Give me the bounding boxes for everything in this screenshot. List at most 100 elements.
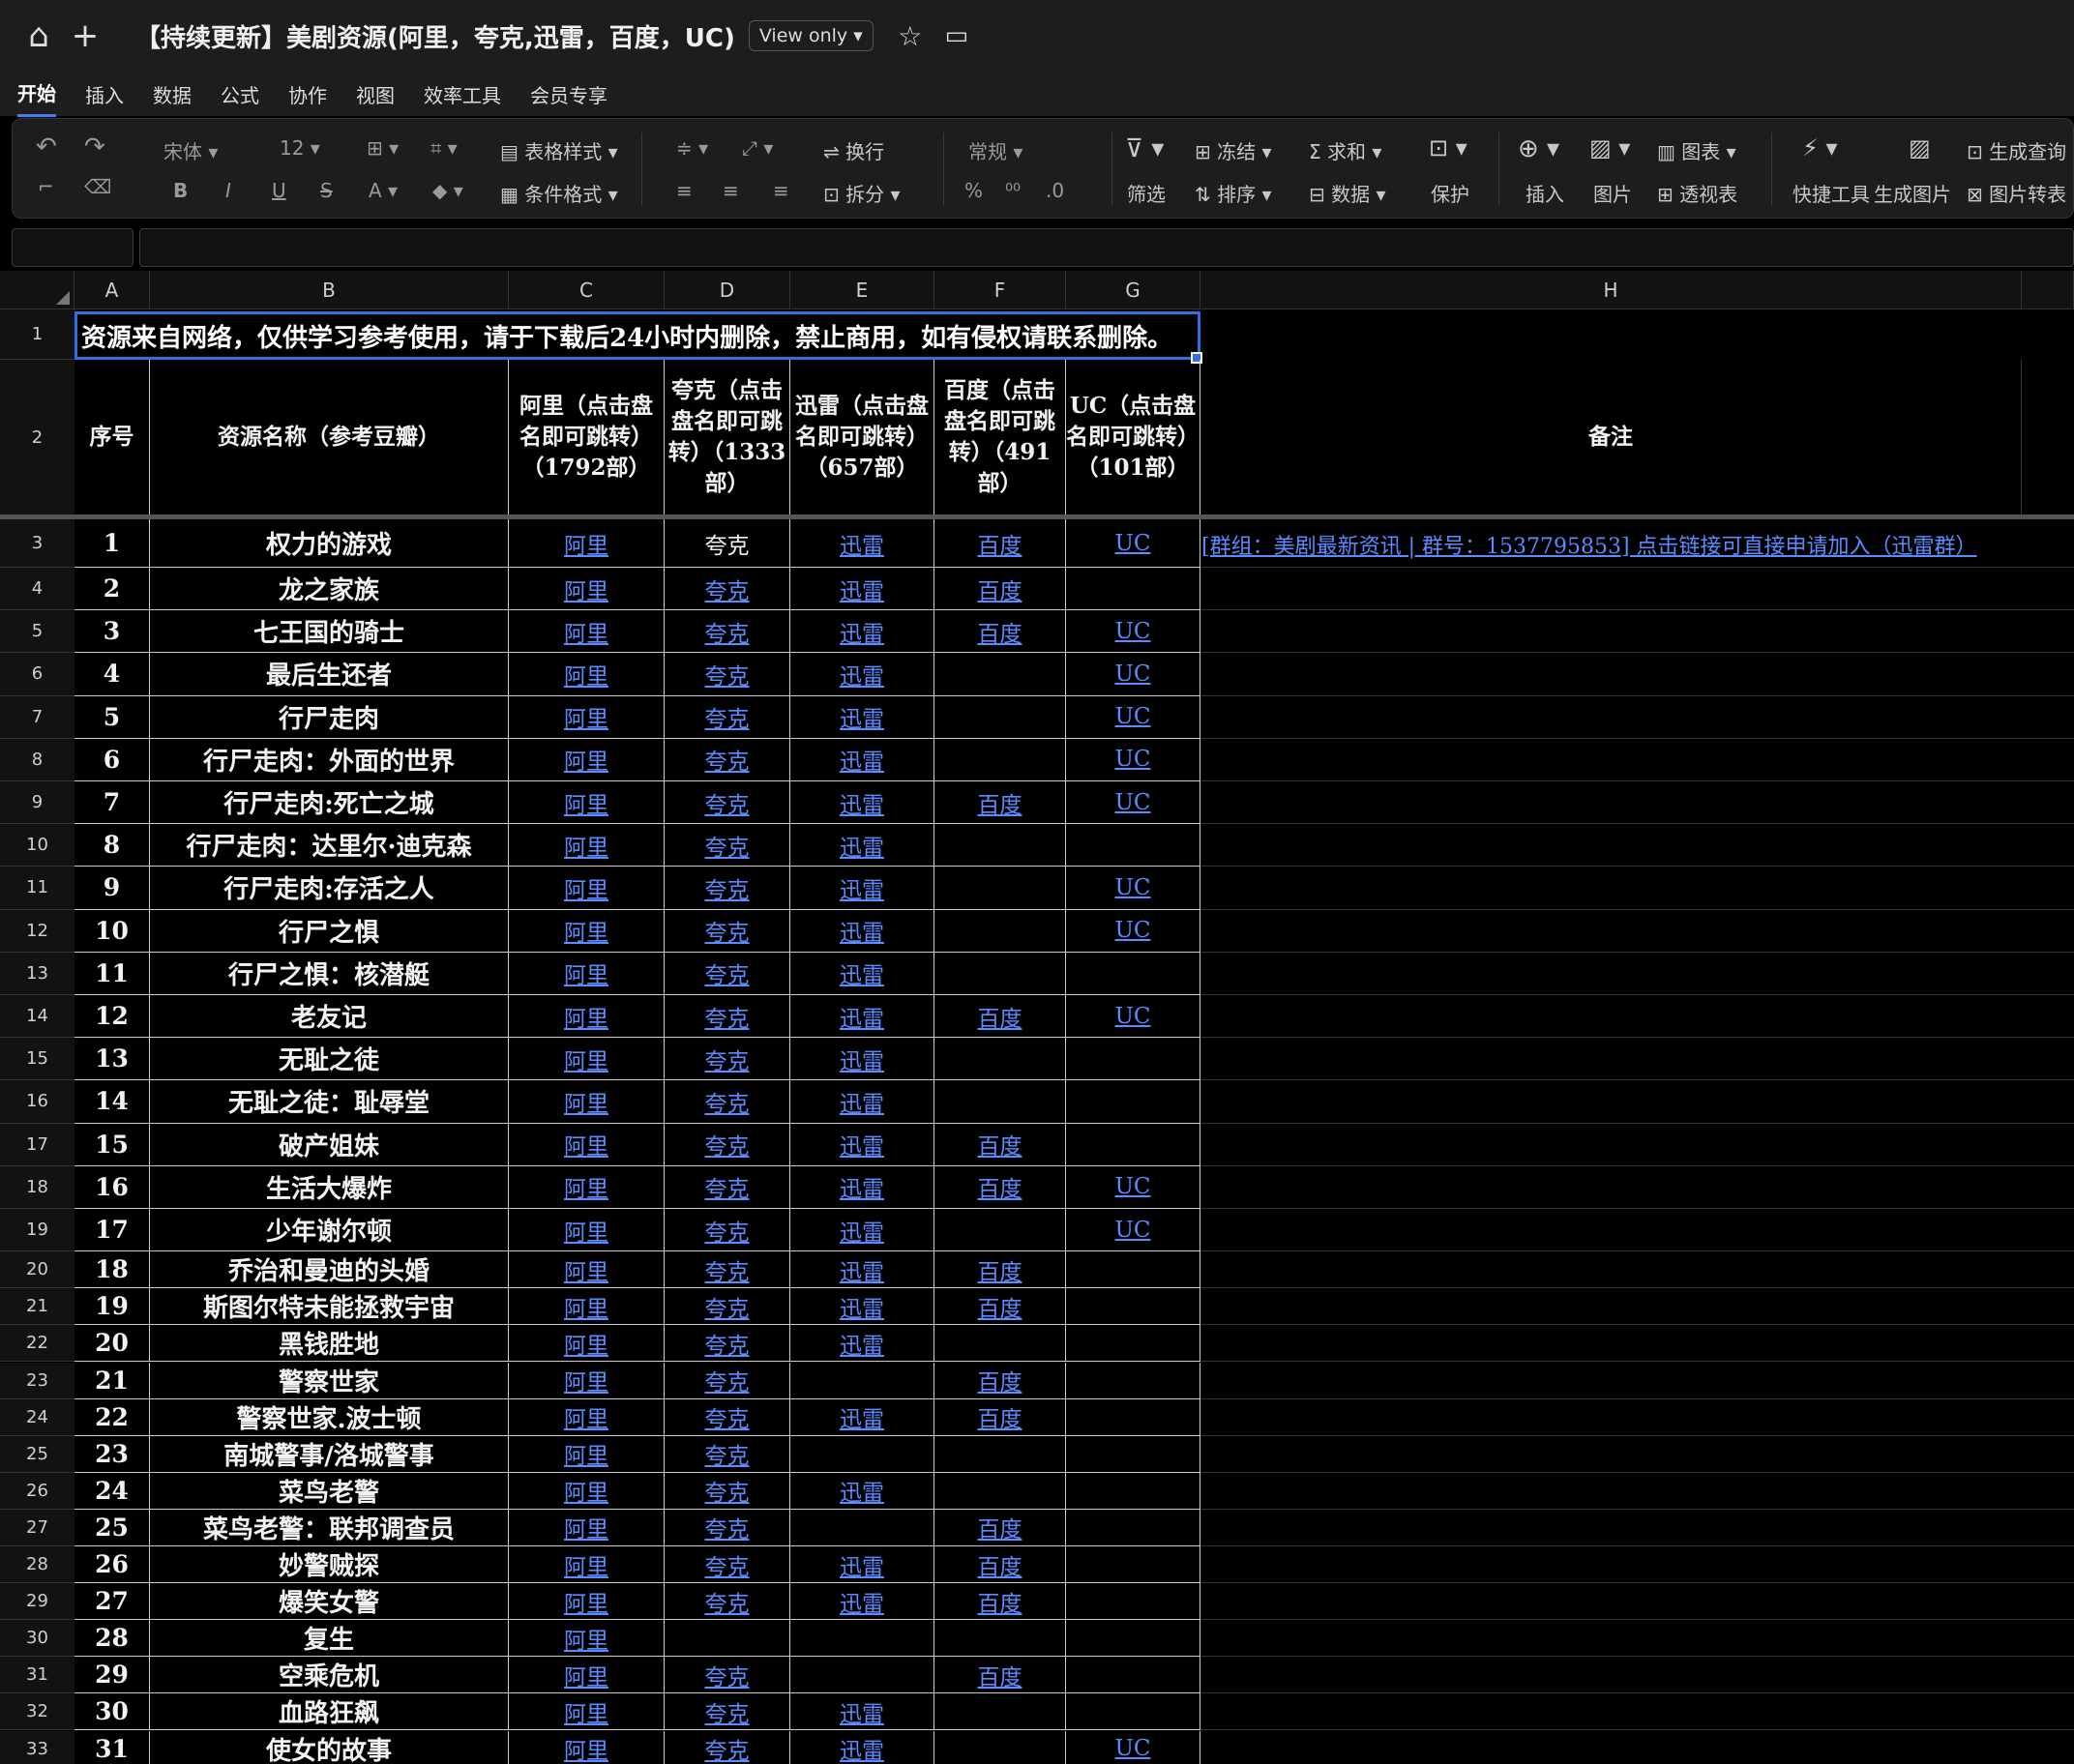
row-header[interactable]: 33 (0, 1730, 74, 1764)
font-family-select[interactable]: 宋体 ▾ (163, 136, 270, 164)
row-header[interactable]: 30 (0, 1620, 74, 1658)
remark-cell[interactable] (1200, 1399, 2074, 1436)
ali-link[interactable]: 阿里 (509, 1620, 665, 1658)
ali-link[interactable]: 阿里 (509, 695, 665, 739)
remark-cell[interactable] (1200, 739, 2074, 781)
ali-link[interactable]: 阿里 (509, 952, 665, 995)
xunlei-link[interactable]: 迅雷 (790, 695, 934, 739)
uc-link[interactable] (1066, 1362, 1200, 1399)
remark-cell[interactable] (1200, 1473, 2074, 1510)
baidu-link[interactable]: 百度 (934, 1398, 1066, 1436)
row-header[interactable]: 11 (0, 867, 74, 910)
quark-link[interactable]: 夸克 (665, 824, 790, 867)
image-label[interactable]: 图片 (1593, 179, 1632, 207)
uc-link[interactable] (1066, 1693, 1200, 1731)
quark-link[interactable]: 夸克 (665, 738, 790, 781)
baidu-link[interactable] (934, 1209, 1066, 1252)
quark-link[interactable]: 夸克 (665, 653, 790, 696)
baidu-link[interactable] (934, 1435, 1066, 1473)
uc-link[interactable] (1066, 1472, 1200, 1510)
remark-cell[interactable] (1200, 1038, 2074, 1081)
uc-link[interactable] (1066, 824, 1200, 867)
quark-link[interactable]: 夸克 (665, 1398, 790, 1436)
remark-cell[interactable] (1200, 1124, 2074, 1166)
remark-cell[interactable] (1200, 1620, 2074, 1658)
baidu-link[interactable]: 百度 (934, 1362, 1066, 1399)
ali-link[interactable]: 阿里 (509, 1435, 665, 1473)
quark-link[interactable]: 夸克 (665, 519, 790, 568)
strikethrough-icon[interactable]: S (320, 179, 333, 202)
redo-icon[interactable]: ↷ (84, 132, 105, 162)
tab-collab[interactable]: 协作 (288, 73, 327, 116)
ali-link[interactable]: 阿里 (509, 738, 665, 781)
quark-link[interactable]: 夸克 (665, 1209, 790, 1252)
uc-link[interactable]: UC (1066, 909, 1200, 953)
xunlei-link[interactable]: 迅雷 (790, 1693, 934, 1731)
remark-cell[interactable] (1200, 610, 2074, 654)
row-header[interactable]: 26 (0, 1472, 74, 1510)
ali-link[interactable]: 阿里 (509, 1583, 665, 1621)
uc-link[interactable] (1066, 1509, 1200, 1546)
baidu-link[interactable]: 百度 (934, 1288, 1066, 1326)
tab-member[interactable]: 会员专享 (530, 73, 607, 116)
quark-link[interactable]: 夸克 (665, 1583, 790, 1621)
underline-icon[interactable]: U (272, 179, 286, 202)
row-header[interactable]: 21 (0, 1288, 74, 1326)
uc-link[interactable]: UC (1066, 995, 1200, 1039)
row-header[interactable]: 20 (0, 1251, 74, 1289)
star-icon[interactable]: ☆ (887, 20, 933, 52)
quark-link[interactable]: 夸克 (665, 1472, 790, 1510)
home-icon[interactable]: ⌂ (15, 16, 62, 55)
format-painter-icon[interactable]: ⌐ (38, 175, 54, 198)
baidu-link[interactable]: 百度 (934, 1509, 1066, 1546)
uc-link[interactable] (1066, 1123, 1200, 1166)
remark-cell[interactable] (1200, 910, 2074, 953)
quark-link[interactable]: 夸克 (665, 1693, 790, 1731)
uc-link[interactable]: UC (1066, 781, 1200, 825)
filter-label[interactable]: 筛选 (1127, 179, 1166, 207)
fill-color-icon[interactable]: ◆ ▾ (432, 179, 463, 202)
row-header[interactable]: 13 (0, 952, 74, 995)
remark-cell[interactable] (1200, 1251, 2074, 1289)
quark-link[interactable]: 夸克 (665, 909, 790, 953)
uc-link[interactable] (1066, 1546, 1200, 1584)
baidu-link[interactable] (934, 738, 1066, 781)
baidu-link[interactable]: 百度 (934, 1583, 1066, 1621)
quark-link[interactable]: 夸克 (665, 995, 790, 1039)
font-size-select[interactable]: 12 ▾ (280, 136, 320, 160)
vertical-align-icon[interactable]: ≑ ▾ (676, 136, 708, 160)
ali-link[interactable]: 阿里 (509, 867, 665, 910)
baidu-link[interactable] (934, 1730, 1066, 1764)
row-header[interactable]: 23 (0, 1362, 74, 1399)
quark-link[interactable]: 夸克 (665, 952, 790, 995)
quark-link[interactable]: 夸克 (665, 867, 790, 910)
quark-link[interactable]: 夸克 (665, 610, 790, 654)
uc-link[interactable] (1066, 1038, 1200, 1081)
add-icon[interactable]: + (62, 16, 108, 55)
baidu-link[interactable] (934, 1325, 1066, 1363)
row-header[interactable]: 28 (0, 1546, 74, 1584)
decimal-button[interactable]: .0 (1046, 179, 1064, 202)
row-header[interactable]: 6 (0, 653, 74, 696)
xunlei-link[interactable]: 迅雷 (790, 824, 934, 867)
ali-link[interactable]: 阿里 (509, 1325, 665, 1363)
quark-link[interactable]: 夸克 (665, 1038, 790, 1081)
folder-icon[interactable]: ▭ (933, 21, 980, 50)
uc-link[interactable]: UC (1066, 610, 1200, 654)
baidu-link[interactable]: 百度 (934, 1546, 1066, 1584)
baidu-link[interactable] (934, 1080, 1066, 1124)
baidu-link[interactable]: 百度 (934, 610, 1066, 654)
eraser-icon[interactable]: ⌫ (84, 175, 111, 198)
quark-link[interactable]: 夸克 (665, 1288, 790, 1326)
xunlei-link[interactable]: 迅雷 (790, 1080, 934, 1124)
font-color-icon[interactable]: A ▾ (369, 179, 398, 202)
ali-link[interactable]: 阿里 (509, 781, 665, 825)
align-right-icon[interactable]: ≡ (773, 179, 789, 202)
uc-link[interactable]: UC (1066, 695, 1200, 739)
name-box[interactable] (12, 228, 133, 267)
row-header[interactable]: 15 (0, 1038, 74, 1081)
remark-cell[interactable] (1200, 867, 2074, 910)
xunlei-link[interactable] (790, 1657, 934, 1694)
row-header[interactable]: 17 (0, 1123, 74, 1166)
xunlei-link[interactable]: 迅雷 (790, 1165, 934, 1209)
